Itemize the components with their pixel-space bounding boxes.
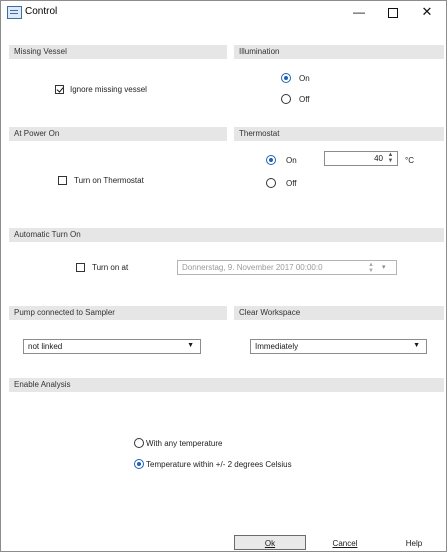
chevron-down-icon: ▼ — [187, 342, 194, 349]
chevron-down-icon: ▼ — [413, 342, 420, 349]
maximize-icon — [388, 7, 398, 18]
section-missing-vessel: Missing Vessel — [9, 45, 227, 59]
illumination-on-radio[interactable] — [281, 73, 291, 83]
illumination-off-label: Off — [299, 95, 310, 104]
analysis-any-temperature-radio[interactable] — [134, 438, 144, 448]
section-clear-workspace: Clear Workspace — [234, 306, 444, 320]
window-title: Control — [25, 6, 58, 17]
thermostat-off-radio[interactable] — [266, 178, 276, 188]
thermostat-off-label: Off — [286, 179, 297, 188]
turn-on-datetime-value: Donnerstag, 9. November 2017 00:00:0 — [182, 263, 323, 272]
section-at-power-on: At Power On — [9, 127, 227, 141]
section-enable-analysis: Enable Analysis — [9, 378, 444, 392]
cancel-button[interactable]: Cancel — [315, 535, 375, 550]
section-thermostat: Thermostat — [234, 127, 444, 141]
turn-on-thermostat-label: Turn on Thermostat — [74, 176, 144, 185]
ignore-missing-vessel-label: Ignore missing vessel — [70, 85, 147, 94]
control-panel-icon — [7, 6, 22, 19]
thermostat-on-radio[interactable] — [266, 155, 276, 165]
title-bar[interactable]: Control — ✕ — [1, 1, 446, 23]
thermostat-on-label: On — [286, 156, 297, 165]
ok-button[interactable]: Ok — [234, 535, 306, 550]
clear-workspace-select[interactable]: Immediately ▼ — [250, 339, 427, 354]
thermostat-unit: °C — [405, 156, 414, 165]
pump-select[interactable]: not linked ▼ — [23, 339, 201, 354]
maximize-button[interactable] — [378, 3, 408, 21]
up-down-arrows-icon[interactable]: ▲ ▼ — [368, 262, 374, 274]
analysis-within-temperature-radio[interactable] — [134, 459, 144, 469]
ok-button-label: Ok — [264, 539, 276, 548]
illumination-off-radio[interactable] — [281, 94, 291, 104]
help-button-label: Help — [405, 539, 423, 548]
minimize-button[interactable]: — — [344, 3, 374, 21]
turn-on-at-checkbox[interactable] — [76, 263, 85, 272]
section-automatic-turn-on: Automatic Turn On — [9, 228, 444, 242]
ignore-missing-vessel-checkbox[interactable] — [55, 85, 64, 94]
thermostat-temperature-stepper[interactable]: 40 ▲ ▼ — [324, 151, 398, 166]
chevron-down-icon[interactable]: ▾ — [382, 263, 386, 271]
illumination-on-label: On — [299, 74, 310, 83]
section-illumination: Illumination — [234, 45, 444, 59]
analysis-within-temperature-label: Temperature within +/- 2 degrees Celsius — [146, 460, 292, 469]
turn-on-datetime-picker[interactable]: Donnerstag, 9. November 2017 00:00:0 ▲ ▼ … — [177, 260, 397, 275]
section-pump-connected: Pump connected to Sampler — [9, 306, 227, 320]
analysis-any-temperature-label: With any temperature — [146, 439, 223, 448]
cancel-button-label: Cancel — [332, 539, 358, 548]
clear-workspace-select-value: Immediately — [255, 342, 299, 351]
close-button[interactable]: ✕ — [412, 3, 442, 21]
up-down-arrows-icon[interactable]: ▲ ▼ — [386, 152, 395, 164]
control-window: Control — ✕ Missing Vessel Illumination … — [0, 0, 447, 552]
help-button[interactable]: Help — [384, 535, 444, 550]
thermostat-temperature-value: 40 — [374, 154, 383, 163]
turn-on-at-label: Turn on at — [92, 263, 129, 272]
pump-select-value: not linked — [28, 342, 63, 351]
turn-on-thermostat-checkbox[interactable] — [58, 176, 67, 185]
